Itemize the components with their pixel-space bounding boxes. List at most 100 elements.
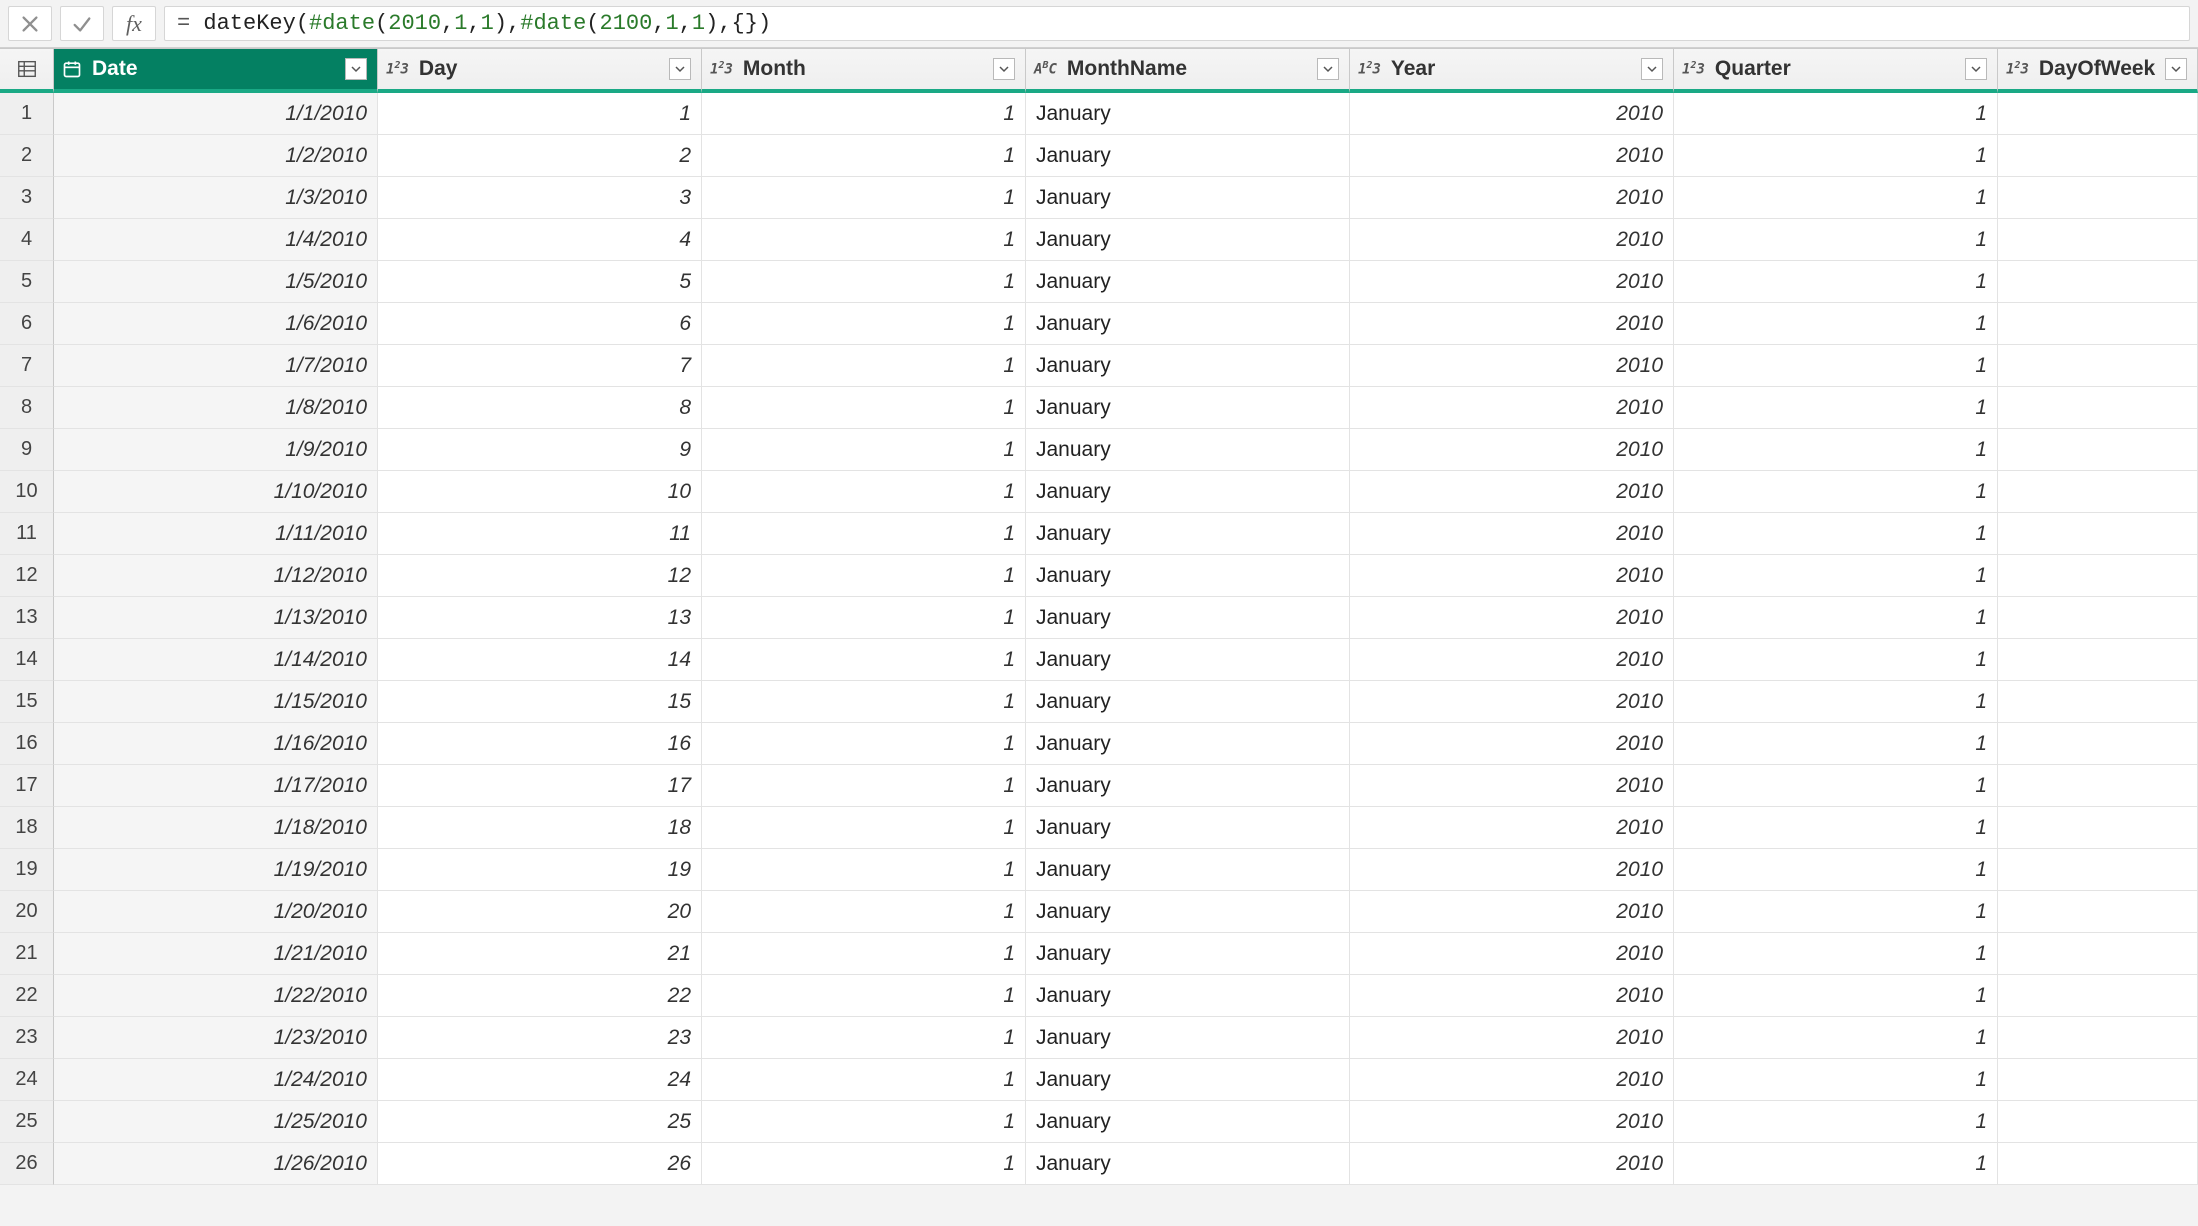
cell-month[interactable]: 1 <box>702 975 1026 1017</box>
column-filter-button[interactable] <box>345 58 367 80</box>
cell-day[interactable]: 7 <box>378 345 702 387</box>
cell-year[interactable]: 2010 <box>1350 1101 1674 1143</box>
row-header[interactable]: 24 <box>0 1059 54 1101</box>
cell-month[interactable]: 1 <box>702 681 1026 723</box>
cell-month[interactable]: 1 <box>702 597 1026 639</box>
cell-date[interactable]: 1/25/2010 <box>54 1101 378 1143</box>
cell-dayofweek[interactable] <box>1998 807 2198 849</box>
cell-dayofweek[interactable] <box>1998 555 2198 597</box>
cell-year[interactable]: 2010 <box>1350 261 1674 303</box>
cell-date[interactable]: 1/15/2010 <box>54 681 378 723</box>
cell-quarter[interactable]: 1 <box>1674 723 1998 765</box>
cell-dayofweek[interactable] <box>1998 135 2198 177</box>
cell-month[interactable]: 1 <box>702 219 1026 261</box>
cell-month[interactable]: 1 <box>702 177 1026 219</box>
column-filter-button[interactable] <box>1641 58 1663 80</box>
cell-dayofweek[interactable] <box>1998 93 2198 135</box>
cell-year[interactable]: 2010 <box>1350 513 1674 555</box>
cell-dayofweek[interactable] <box>1998 513 2198 555</box>
cell-year[interactable]: 2010 <box>1350 93 1674 135</box>
cell-date[interactable]: 1/3/2010 <box>54 177 378 219</box>
cell-monthname[interactable]: January <box>1026 429 1350 471</box>
row-header[interactable]: 26 <box>0 1143 54 1185</box>
cell-month[interactable]: 1 <box>702 807 1026 849</box>
cell-monthname[interactable]: January <box>1026 849 1350 891</box>
row-header[interactable]: 20 <box>0 891 54 933</box>
cell-quarter[interactable]: 1 <box>1674 135 1998 177</box>
cell-day[interactable]: 13 <box>378 597 702 639</box>
cell-quarter[interactable]: 1 <box>1674 555 1998 597</box>
cell-year[interactable]: 2010 <box>1350 597 1674 639</box>
cell-quarter[interactable]: 1 <box>1674 261 1998 303</box>
cell-date[interactable]: 1/7/2010 <box>54 345 378 387</box>
cell-year[interactable]: 2010 <box>1350 933 1674 975</box>
cell-day[interactable]: 25 <box>378 1101 702 1143</box>
cell-day[interactable]: 21 <box>378 933 702 975</box>
row-header[interactable]: 25 <box>0 1101 54 1143</box>
cell-year[interactable]: 2010 <box>1350 555 1674 597</box>
row-header[interactable]: 19 <box>0 849 54 891</box>
row-header[interactable]: 4 <box>0 219 54 261</box>
cell-quarter[interactable]: 1 <box>1674 177 1998 219</box>
cell-year[interactable]: 2010 <box>1350 345 1674 387</box>
row-header[interactable]: 8 <box>0 387 54 429</box>
cell-quarter[interactable]: 1 <box>1674 303 1998 345</box>
cell-year[interactable]: 2010 <box>1350 387 1674 429</box>
select-all-corner[interactable] <box>0 49 54 93</box>
cell-dayofweek[interactable] <box>1998 681 2198 723</box>
row-header[interactable]: 2 <box>0 135 54 177</box>
column-header-day[interactable]: 123Day <box>378 49 702 93</box>
cell-dayofweek[interactable] <box>1998 1059 2198 1101</box>
cell-day[interactable]: 10 <box>378 471 702 513</box>
row-header[interactable]: 9 <box>0 429 54 471</box>
cell-day[interactable]: 2 <box>378 135 702 177</box>
cell-year[interactable]: 2010 <box>1350 303 1674 345</box>
cell-month[interactable]: 1 <box>702 765 1026 807</box>
cell-quarter[interactable]: 1 <box>1674 681 1998 723</box>
cell-dayofweek[interactable] <box>1998 1101 2198 1143</box>
cell-dayofweek[interactable] <box>1998 177 2198 219</box>
cell-monthname[interactable]: January <box>1026 891 1350 933</box>
cell-monthname[interactable]: January <box>1026 135 1350 177</box>
cell-quarter[interactable]: 1 <box>1674 1059 1998 1101</box>
formula-input[interactable]: = dateKey(#date(2010,1,1),#date(2100,1,1… <box>164 6 2190 41</box>
cell-day[interactable]: 24 <box>378 1059 702 1101</box>
cell-day[interactable]: 19 <box>378 849 702 891</box>
cell-monthname[interactable]: January <box>1026 471 1350 513</box>
cell-day[interactable]: 22 <box>378 975 702 1017</box>
cell-quarter[interactable]: 1 <box>1674 387 1998 429</box>
cell-day[interactable]: 3 <box>378 177 702 219</box>
cell-date[interactable]: 1/8/2010 <box>54 387 378 429</box>
cell-monthname[interactable]: January <box>1026 765 1350 807</box>
cell-date[interactable]: 1/18/2010 <box>54 807 378 849</box>
column-filter-button[interactable] <box>993 58 1015 80</box>
cell-month[interactable]: 1 <box>702 723 1026 765</box>
cell-monthname[interactable]: January <box>1026 219 1350 261</box>
cell-monthname[interactable]: January <box>1026 681 1350 723</box>
cell-dayofweek[interactable] <box>1998 765 2198 807</box>
cell-quarter[interactable]: 1 <box>1674 1017 1998 1059</box>
cell-month[interactable]: 1 <box>702 639 1026 681</box>
cell-month[interactable]: 1 <box>702 135 1026 177</box>
cell-date[interactable]: 1/6/2010 <box>54 303 378 345</box>
column-header-date[interactable]: Date <box>54 49 378 93</box>
cell-date[interactable]: 1/2/2010 <box>54 135 378 177</box>
cell-year[interactable]: 2010 <box>1350 723 1674 765</box>
cell-day[interactable]: 9 <box>378 429 702 471</box>
accept-formula-button[interactable] <box>60 6 104 41</box>
cell-year[interactable]: 2010 <box>1350 765 1674 807</box>
cell-monthname[interactable]: January <box>1026 723 1350 765</box>
row-header[interactable]: 23 <box>0 1017 54 1059</box>
cell-dayofweek[interactable] <box>1998 261 2198 303</box>
cell-date[interactable]: 1/4/2010 <box>54 219 378 261</box>
cell-month[interactable]: 1 <box>702 471 1026 513</box>
cell-year[interactable]: 2010 <box>1350 429 1674 471</box>
cell-day[interactable]: 16 <box>378 723 702 765</box>
cell-date[interactable]: 1/19/2010 <box>54 849 378 891</box>
cell-month[interactable]: 1 <box>702 1017 1026 1059</box>
cell-monthname[interactable]: January <box>1026 1143 1350 1185</box>
cell-dayofweek[interactable] <box>1998 303 2198 345</box>
cell-quarter[interactable]: 1 <box>1674 891 1998 933</box>
row-header[interactable]: 16 <box>0 723 54 765</box>
cell-day[interactable]: 5 <box>378 261 702 303</box>
